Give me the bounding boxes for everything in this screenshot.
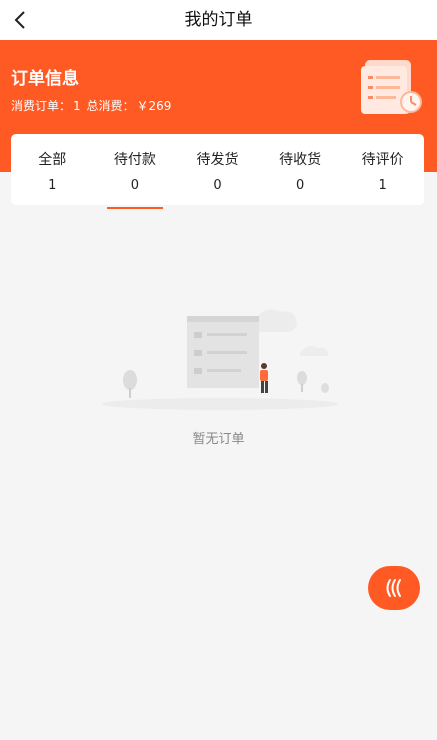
tab-count: 0 — [295, 178, 305, 193]
orders-value: 1 — [73, 99, 81, 113]
tab-pending-shipment[interactable]: 待发货 0 — [176, 134, 259, 205]
receipt-illustration-icon — [361, 60, 422, 114]
order-status-tabs: 全部 1 待付款 0 待发货 0 待收货 0 待评价 1 — [11, 134, 424, 209]
tab-pending-payment[interactable]: 待付款 0 — [94, 134, 177, 209]
nav-bar: 我的订单 — [0, 0, 437, 40]
tab-count: 1 — [378, 178, 387, 193]
wave-icon — [386, 579, 401, 597]
active-tab-indicator — [106, 207, 164, 209]
tab-label: 待评价 — [361, 152, 404, 168]
tab-label: 待发货 — [196, 152, 239, 168]
floating-action-button[interactable] — [368, 566, 420, 610]
tab-label: 待收货 — [279, 152, 322, 168]
orders-label: 消费订单： — [11, 99, 72, 113]
tab-count: 1 — [48, 178, 57, 193]
tab-all[interactable]: 全部 1 — [11, 134, 94, 205]
tab-pending-receipt[interactable]: 待收货 0 — [259, 134, 342, 205]
empty-state-text: 暂无订单 — [192, 432, 245, 447]
tab-count: 0 — [130, 178, 140, 193]
total-value: ￥269 — [136, 99, 172, 113]
total-label: 总消费： — [86, 99, 135, 113]
tab-label: 全部 — [38, 152, 67, 168]
tab-pending-review[interactable]: 待评价 1 — [341, 134, 424, 205]
tab-label: 待付款 — [113, 152, 156, 168]
order-summary: 消费订单： 1 总消费： ￥269 — [11, 97, 173, 114]
banner-title: 订单信息 — [11, 69, 79, 89]
tab-count: 0 — [213, 178, 222, 193]
page-title: 我的订单 — [184, 10, 253, 30]
empty-orders-illustration — [102, 309, 338, 410]
